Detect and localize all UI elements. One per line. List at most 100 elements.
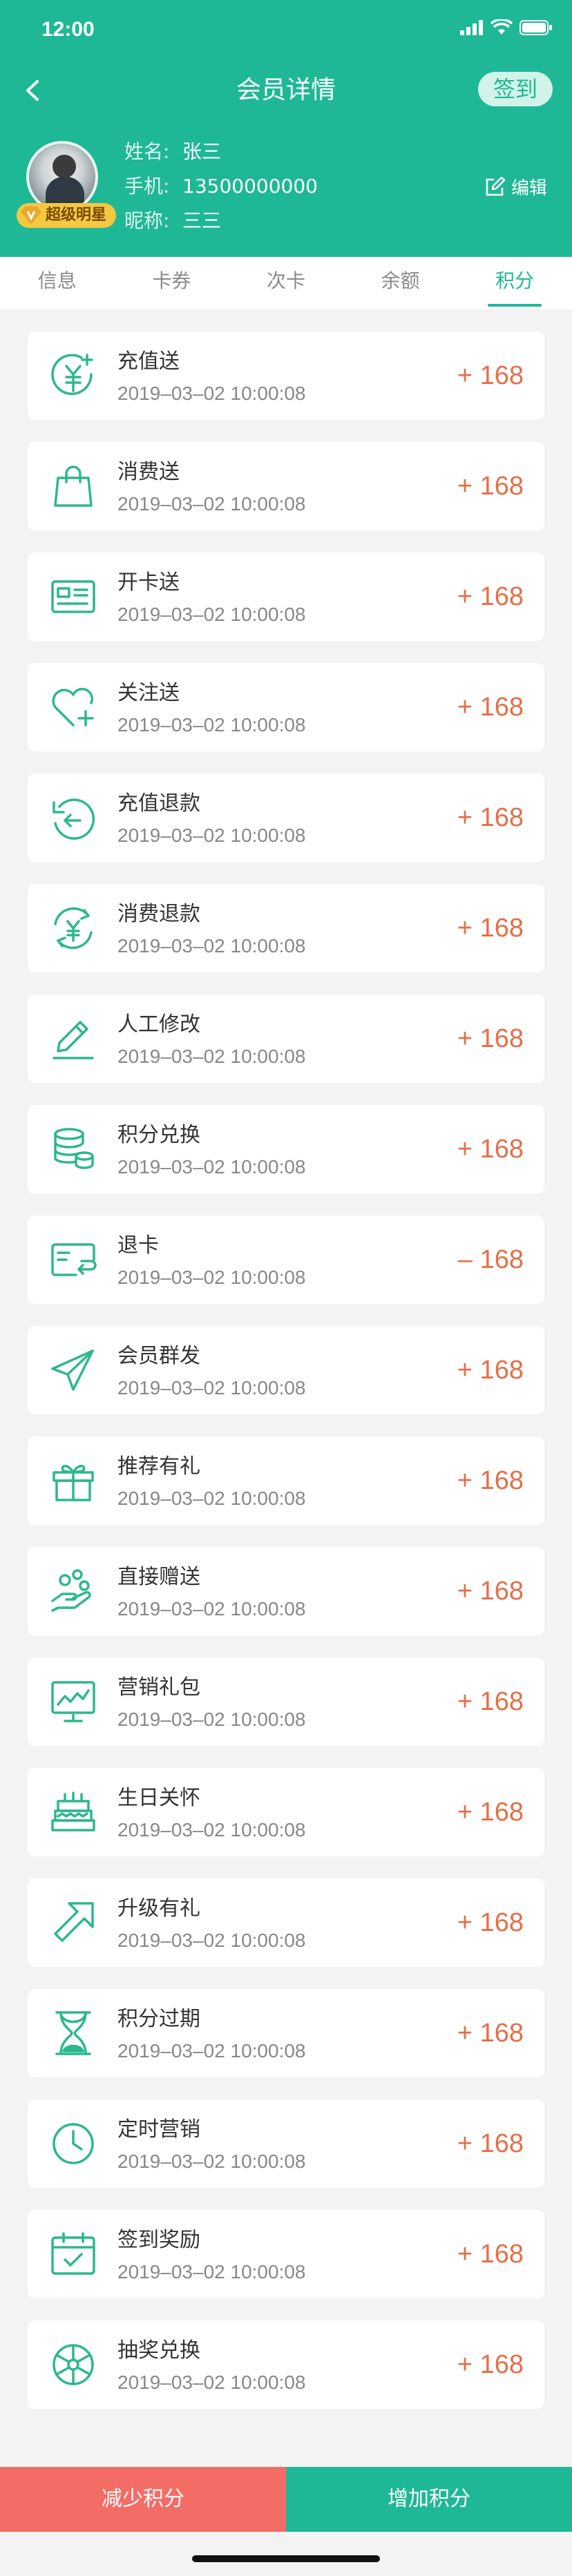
record-name: 营销礼包 [117, 1675, 200, 1700]
record-amount: – 168 [457, 1245, 524, 1274]
record-name: 会员群发 [117, 1344, 200, 1368]
record-item[interactable]: 签到奖励 2019–03–02 10:00:08 + 168 [28, 2210, 544, 2298]
record-date: 2019–03–02 10:00:08 [117, 714, 306, 736]
record-item[interactable]: 抽奖兑换 2019–03–02 10:00:08 + 168 [28, 2320, 544, 2409]
record-date: 2019–03–02 10:00:08 [117, 2040, 306, 2061]
edit-icon [486, 176, 506, 195]
record-amount: + 168 [457, 1024, 524, 1053]
nav-bar: 会员详情 签到 [0, 59, 572, 122]
record-date: 2019–03–02 10:00:08 [117, 383, 306, 404]
member-name-row: 姓名: 张三 [124, 138, 221, 166]
member-nick: 三三 [182, 209, 222, 232]
avatar[interactable] [26, 141, 98, 213]
record-name: 抽奖兑换 [117, 2338, 200, 2363]
record-item[interactable]: 开卡送 2019–03–02 10:00:08 + 168 [28, 552, 544, 641]
status-time: 12:00 [41, 18, 95, 41]
chart-screen-icon [51, 1681, 95, 1722]
tab-points[interactable]: 积分 [457, 257, 572, 309]
record-name: 消费送 [117, 460, 180, 484]
record-amount: + 168 [457, 1135, 524, 1164]
tab-info[interactable]: 信息 [0, 257, 115, 309]
record-item[interactable]: 推荐有礼 2019–03–02 10:00:08 + 168 [28, 1436, 544, 1525]
record-date: 2019–03–02 10:00:08 [117, 1046, 306, 1067]
record-amount: + 168 [457, 1577, 524, 1606]
footer-actions: 减少积分 增加积分 [0, 2467, 572, 2532]
tab-balance[interactable]: 余额 [343, 257, 458, 309]
record-name: 直接赠送 [117, 1565, 200, 1589]
record-amount: + 168 [457, 1466, 524, 1495]
record-date: 2019–03–02 10:00:08 [117, 1488, 306, 1509]
header: 12:00 会员详情 签到 超级明星 姓名: 张三 手机: 13500000000 … [0, 0, 572, 257]
record-amount: + 168 [457, 1798, 524, 1827]
record-date: 2019–03–02 10:00:08 [117, 825, 306, 846]
record-item[interactable]: 营销礼包 2019–03–02 10:00:08 + 168 [28, 1657, 544, 1746]
record-amount: + 168 [457, 361, 524, 390]
coins-stack-icon [54, 1128, 94, 1169]
record-name: 退卡 [117, 1233, 159, 1258]
record-date: 2019–03–02 10:00:08 [117, 1267, 306, 1288]
record-amount: + 168 [457, 1908, 524, 1937]
record-name: 生日关怀 [117, 1786, 200, 1810]
member-name: 张三 [182, 140, 222, 163]
record-name: 积分过期 [117, 2007, 200, 2031]
record-name: 充值送 [117, 349, 180, 374]
record-amount: + 168 [457, 2240, 524, 2269]
badge-label: 超级明星 [46, 206, 107, 224]
record-item[interactable]: 人工修改 2019–03–02 10:00:08 + 168 [28, 994, 544, 1083]
heart-plus-icon [52, 687, 94, 727]
record-item[interactable]: 定时营销 2019–03–02 10:00:08 + 168 [28, 2099, 544, 2188]
record-date: 2019–03–02 10:00:08 [117, 1598, 306, 1619]
record-amount: + 168 [457, 582, 524, 611]
record-amount: + 168 [457, 2350, 524, 2379]
shopping-bag-icon [54, 465, 93, 507]
record-name: 积分兑换 [117, 1123, 200, 1147]
edit-button[interactable]: 编辑 [484, 174, 547, 200]
upgrade-arrow-icon [54, 1902, 94, 1942]
decrease-points-button[interactable]: 减少积分 [0, 2467, 286, 2532]
record-amount: + 168 [457, 1687, 524, 1716]
record-item[interactable]: 充值退款 2019–03–02 10:00:08 + 168 [28, 773, 544, 862]
member-phone: 13500000000 [182, 175, 318, 198]
record-item[interactable]: 会员群发 2019–03–02 10:00:08 + 168 [28, 1326, 544, 1414]
record-item[interactable]: 升级有礼 2019–03–02 10:00:08 + 168 [28, 1878, 544, 1967]
record-item[interactable]: 积分兑换 2019–03–02 10:00:08 + 168 [28, 1105, 544, 1193]
nick-label: 昵称: [124, 209, 170, 232]
recharge-gift-icon [51, 354, 93, 395]
name-label: 姓名: [124, 140, 170, 163]
tab-bar: 信息 卡券 次卡 余额 积分 [0, 257, 572, 309]
hourglass-icon [55, 2011, 91, 2055]
record-date: 2019–03–02 10:00:08 [117, 935, 306, 957]
record-item[interactable]: 直接赠送 2019–03–02 10:00:08 + 168 [28, 1547, 544, 1635]
record-name: 签到奖励 [117, 2228, 200, 2252]
record-date: 2019–03–02 10:00:08 [117, 1709, 306, 1730]
record-amount: + 168 [457, 693, 524, 722]
points-record-list: 充值送 2019–03–02 10:00:08 + 168 消费送 2019–0… [28, 331, 544, 2431]
record-name: 推荐有礼 [117, 1454, 200, 1479]
level-badge: 超级明星 [17, 203, 117, 228]
record-name: 人工修改 [117, 1012, 200, 1037]
record-date: 2019–03–02 10:00:08 [117, 1377, 306, 1398]
record-name: 定时营销 [117, 2117, 200, 2142]
increase-points-button[interactable]: 增加积分 [286, 2467, 572, 2532]
record-item[interactable]: 退卡 2019–03–02 10:00:08 – 168 [28, 1215, 544, 1304]
wifi-icon [490, 19, 513, 35]
refund-arrow-icon [53, 798, 95, 840]
signal-icon [460, 20, 483, 35]
signin-button[interactable]: 签到 [478, 72, 553, 106]
battery-icon [519, 20, 552, 35]
edit-label: 编辑 [511, 178, 547, 199]
record-item[interactable]: 关注送 2019–03–02 10:00:08 + 168 [28, 663, 544, 751]
record-item[interactable]: 积分过期 2019–03–02 10:00:08 + 168 [28, 1989, 544, 2077]
calendar-check-icon [51, 2232, 95, 2275]
record-date: 2019–03–02 10:00:08 [117, 1819, 306, 1840]
member-phone-row: 手机: 13500000000 [124, 173, 318, 200]
record-item[interactable]: 消费退款 2019–03–02 10:00:08 + 168 [28, 884, 544, 972]
record-date: 2019–03–02 10:00:08 [117, 604, 306, 625]
record-item[interactable]: 生日关怀 2019–03–02 10:00:08 + 168 [28, 1768, 544, 1856]
record-item[interactable]: 消费送 2019–03–02 10:00:08 + 168 [28, 442, 544, 530]
record-amount: + 168 [457, 2129, 524, 2158]
tab-coupons[interactable]: 卡券 [115, 257, 229, 309]
tab-count-card[interactable]: 次卡 [229, 257, 343, 309]
yuan-refund-icon [54, 907, 93, 950]
record-item[interactable]: 充值送 2019–03–02 10:00:08 + 168 [28, 331, 544, 420]
